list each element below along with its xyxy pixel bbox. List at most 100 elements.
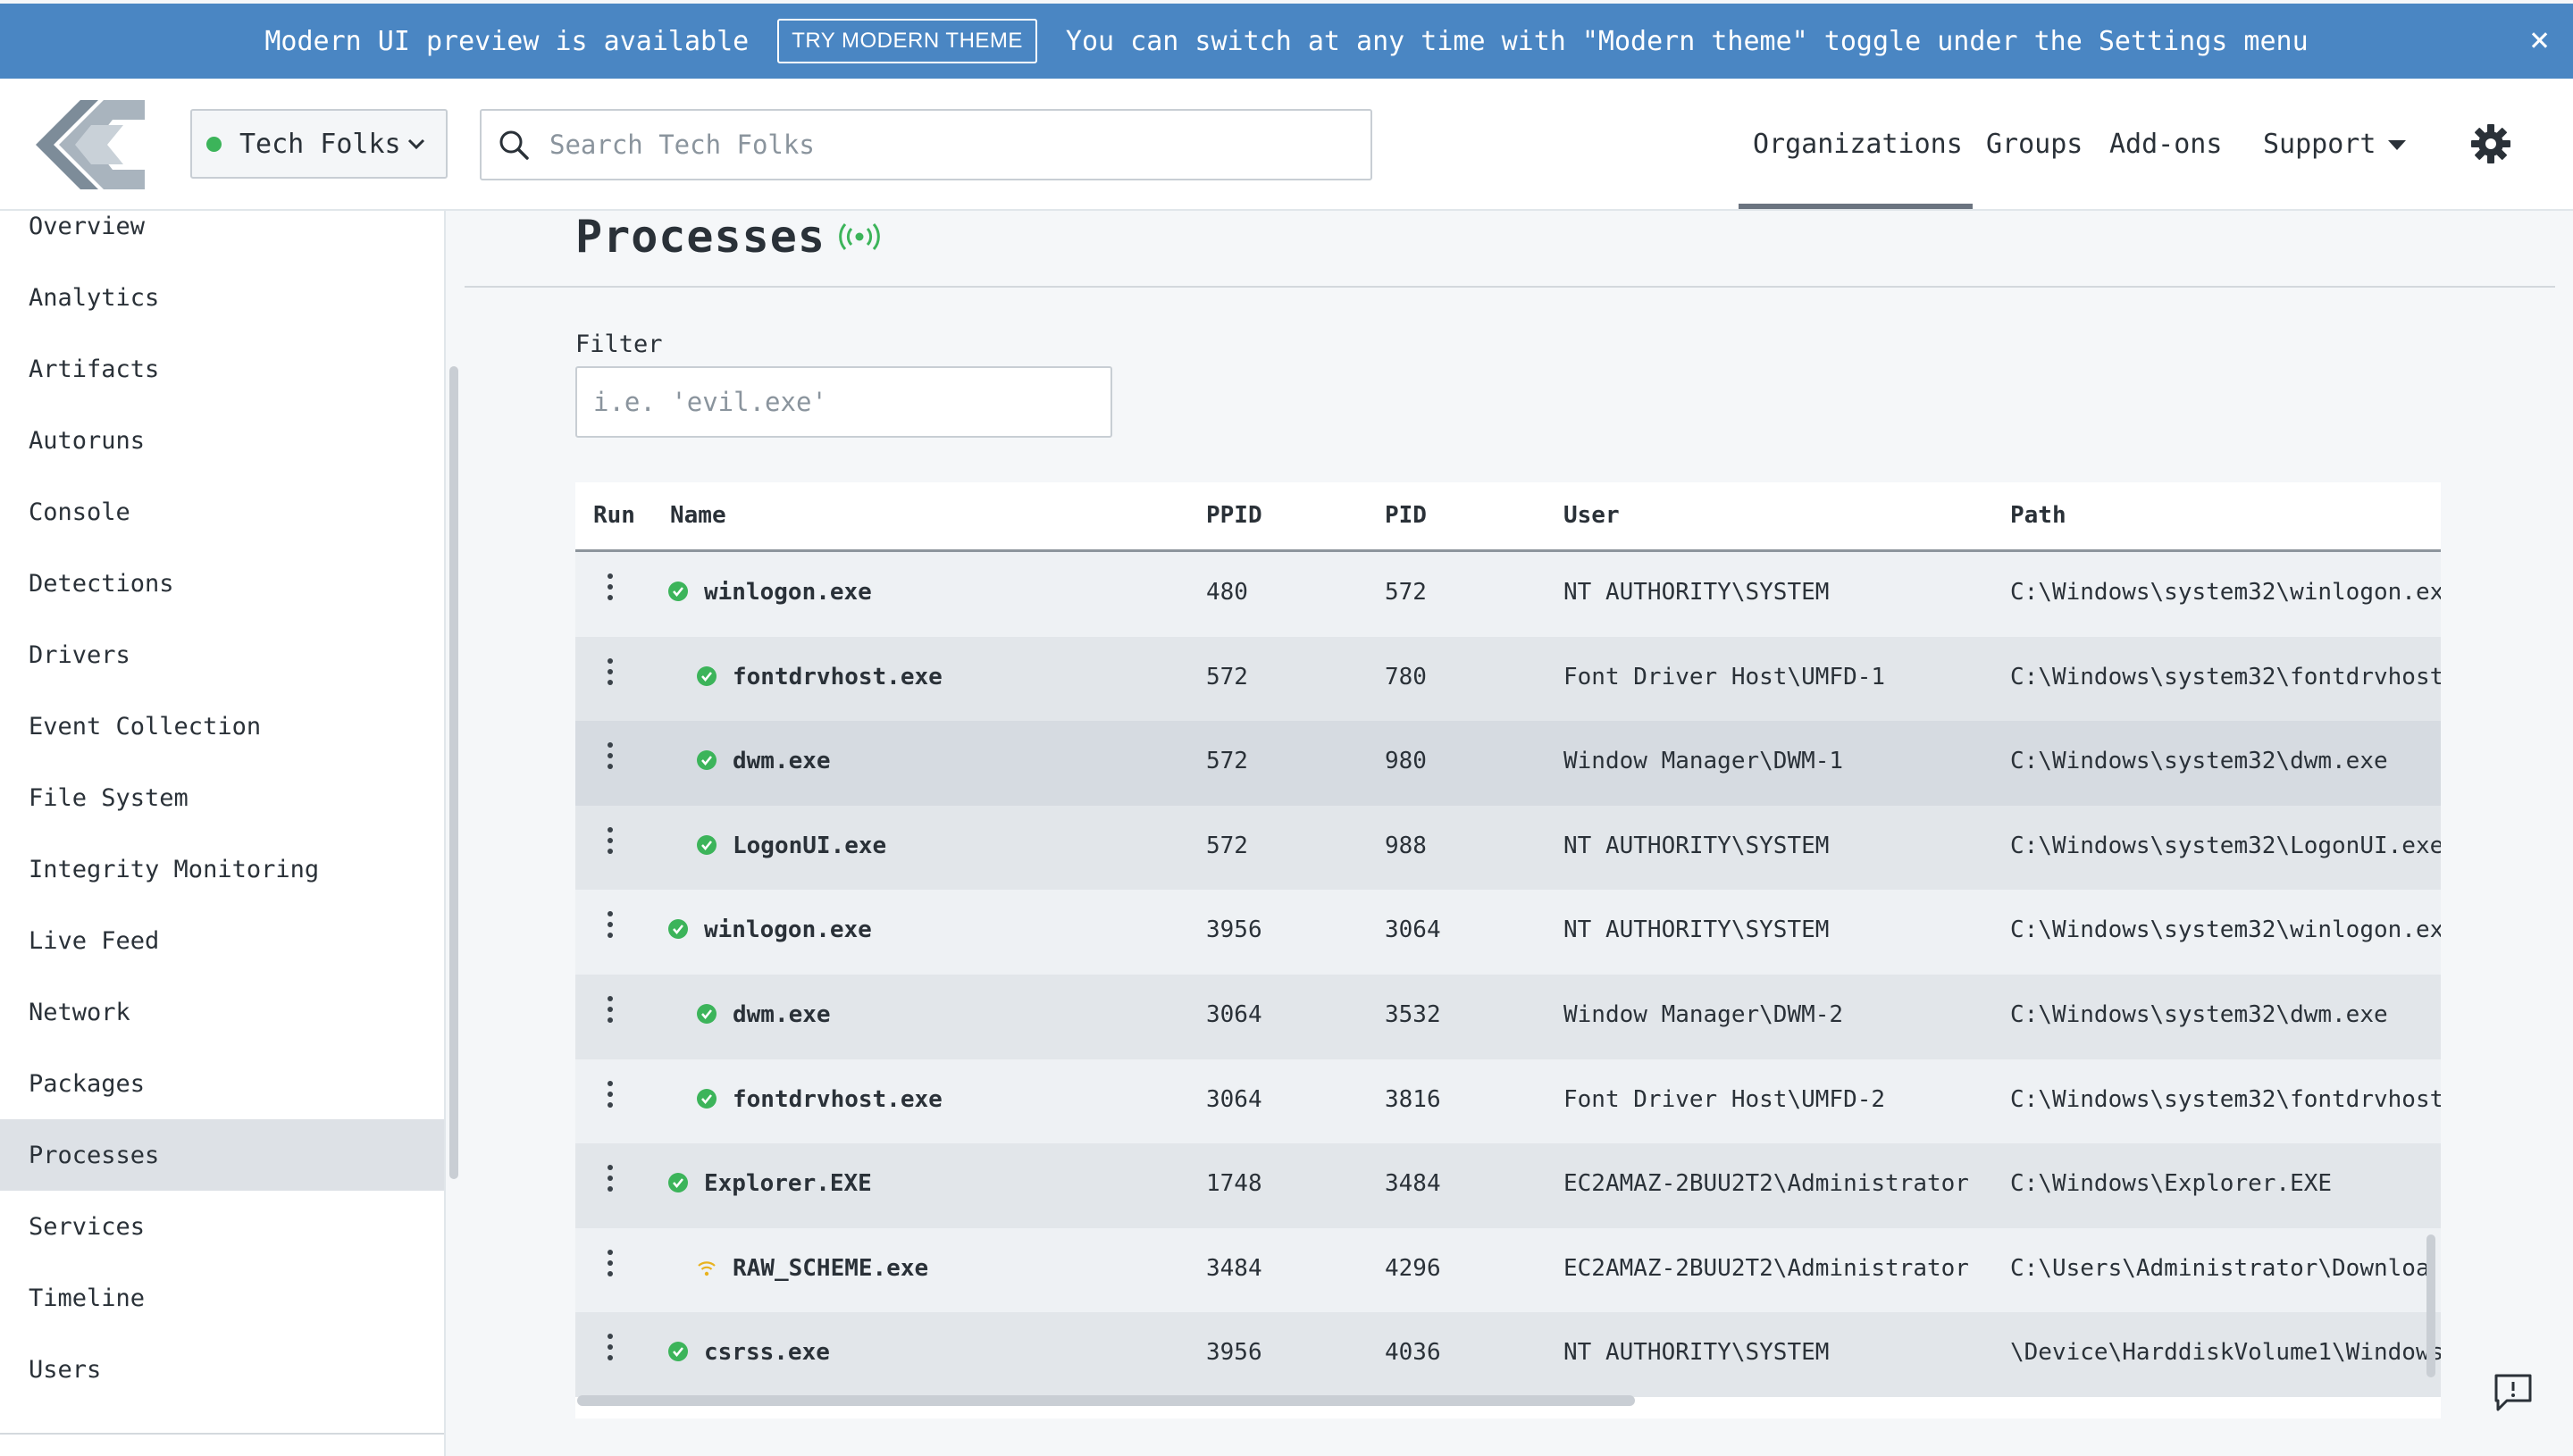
wifi-signal-icon bbox=[698, 1261, 716, 1276]
process-path: C:\Windows\system32\winlogon.ex bbox=[2010, 579, 2441, 606]
process-name[interactable]: dwm.exe bbox=[733, 748, 831, 774]
status-ok-icon bbox=[668, 1173, 688, 1193]
banner-message-right: You can switch at any time with "Modern … bbox=[1065, 25, 2309, 57]
process-name[interactable]: Explorer.EXE bbox=[704, 1170, 872, 1197]
table-row[interactable]: dwm.exe 3064 3532 Window Manager\DWM-2 C… bbox=[575, 975, 2441, 1059]
sidebar-item-processes[interactable]: Processes bbox=[0, 1119, 444, 1191]
table-row[interactable]: dwm.exe 572 980 Window Manager\DWM-1 C:\… bbox=[575, 721, 2441, 806]
try-modern-theme-button[interactable]: TRY MODERN THEME bbox=[777, 19, 1037, 63]
filter-input[interactable] bbox=[575, 366, 1112, 438]
sidebar-item-autoruns[interactable]: Autoruns bbox=[0, 405, 444, 476]
process-ppid: 572 bbox=[1206, 663, 1248, 690]
process-ppid: 572 bbox=[1206, 748, 1248, 775]
process-name[interactable]: dwm.exe bbox=[733, 1001, 831, 1028]
process-user: Window Manager\DWM-1 bbox=[1563, 748, 1844, 775]
sidebar-item-drivers[interactable]: Drivers bbox=[0, 619, 444, 690]
sidebar-item-integrity-monitoring[interactable]: Integrity Monitoring bbox=[0, 833, 444, 905]
process-name[interactable]: RAW_SCHEME.exe bbox=[733, 1255, 928, 1282]
column-header-name[interactable]: Name bbox=[670, 502, 726, 529]
sidebar-item-services[interactable]: Services bbox=[0, 1191, 444, 1262]
status-ok-icon bbox=[697, 834, 717, 855]
status-ok-icon bbox=[668, 582, 688, 601]
kebab-menu-icon[interactable] bbox=[608, 657, 615, 687]
main-content: Processes Filter Run Name PPID PID User … bbox=[465, 211, 2555, 1456]
kebab-menu-icon[interactable] bbox=[608, 742, 615, 771]
kebab-menu-icon[interactable] bbox=[608, 996, 615, 1025]
process-path: C:\Windows\system32\LogonUI.exe bbox=[2010, 832, 2441, 859]
table-row[interactable]: fontdrvhost.exe 572 780 Font Driver Host… bbox=[575, 636, 2441, 722]
process-pid: 4036 bbox=[1385, 1339, 1441, 1367]
process-name[interactable]: fontdrvhost.exe bbox=[733, 664, 943, 690]
process-ppid: 3956 bbox=[1206, 916, 1262, 944]
processes-table: Run Name PPID PID User Path winlogon.exe… bbox=[575, 482, 2441, 1418]
search-box bbox=[480, 109, 1372, 180]
table-row[interactable]: Explorer.EXE 1748 3484 EC2AMAZ-2BUU2T2\A… bbox=[575, 1143, 2441, 1228]
process-ppid: 480 bbox=[1206, 579, 1248, 606]
nav-addons[interactable]: Add-ons bbox=[2109, 129, 2222, 160]
table-vertical-scrollbar[interactable] bbox=[2426, 1234, 2435, 1377]
column-header-user[interactable]: User bbox=[1563, 502, 1620, 529]
sidebar-item-file-system[interactable]: File System bbox=[0, 762, 444, 833]
process-name[interactable]: csrss.exe bbox=[704, 1339, 830, 1366]
organization-selector[interactable]: Tech Folks bbox=[190, 109, 448, 179]
table-horizontal-scrollbar[interactable] bbox=[577, 1395, 1635, 1406]
sidebar-item-detections[interactable]: Detections bbox=[0, 548, 444, 619]
kebab-menu-icon[interactable] bbox=[608, 1249, 615, 1278]
logo-icon[interactable] bbox=[36, 98, 145, 191]
process-name[interactable]: LogonUI.exe bbox=[733, 833, 886, 859]
sidebar-item-event-collection[interactable]: Event Collection bbox=[0, 690, 444, 762]
process-path: C:\Windows\system32\winlogon.ex bbox=[2010, 916, 2441, 944]
table-row[interactable]: RAW_SCHEME.exe 3484 4296 EC2AMAZ-2BUU2T2… bbox=[575, 1227, 2441, 1313]
sidebar-scrollbar[interactable] bbox=[449, 366, 458, 1179]
process-path: C:\Windows\Explorer.EXE bbox=[2010, 1170, 2333, 1198]
column-header-path[interactable]: Path bbox=[2010, 502, 2066, 529]
sidebar: Overview Analytics Artifacts Autoruns Co… bbox=[0, 211, 446, 1456]
sidebar-item-network[interactable]: Network bbox=[0, 976, 444, 1048]
process-pid: 980 bbox=[1385, 748, 1427, 775]
nav-support[interactable]: Support bbox=[2263, 129, 2407, 160]
gear-icon[interactable] bbox=[2470, 123, 2511, 164]
sidebar-item-users[interactable]: Users bbox=[0, 1334, 444, 1405]
table-row[interactable]: csrss.exe 3956 4036 NT AUTHORITY\SYSTEM … bbox=[575, 1312, 2441, 1397]
filter-label: Filter bbox=[575, 331, 663, 358]
column-header-pid[interactable]: PID bbox=[1385, 502, 1427, 529]
table-row[interactable]: winlogon.exe 3956 3064 NT AUTHORITY\SYST… bbox=[575, 890, 2441, 975]
process-user: Window Manager\DWM-2 bbox=[1563, 1001, 1844, 1028]
process-user: Font Driver Host\UMFD-2 bbox=[1563, 1085, 1886, 1113]
process-path: C:\Windows\system32\fontdrvhost bbox=[2010, 1085, 2441, 1113]
close-icon[interactable]: × bbox=[2529, 21, 2550, 57]
kebab-menu-icon[interactable] bbox=[608, 1080, 615, 1109]
sidebar-item-analytics[interactable]: Analytics bbox=[0, 262, 444, 333]
process-name[interactable]: fontdrvhost.exe bbox=[733, 1086, 943, 1113]
app-page: Modern UI preview is available TRY MODER… bbox=[0, 0, 2573, 1456]
sidebar-item-console[interactable]: Console bbox=[0, 476, 444, 548]
table-row[interactable]: winlogon.exe 480 572 NT AUTHORITY\SYSTEM… bbox=[575, 552, 2441, 637]
table-row[interactable]: fontdrvhost.exe 3064 3816 Font Driver Ho… bbox=[575, 1059, 2441, 1144]
sidebar-item-timeline[interactable]: Timeline bbox=[0, 1262, 444, 1334]
kebab-menu-icon[interactable] bbox=[608, 826, 615, 856]
sidebar-item-overview[interactable]: Overview bbox=[0, 211, 444, 262]
kebab-menu-icon[interactable] bbox=[608, 573, 615, 602]
column-header-run[interactable]: Run bbox=[593, 502, 635, 529]
nav-groups[interactable]: Groups bbox=[1986, 129, 2083, 160]
table-row[interactable]: LogonUI.exe 572 988 NT AUTHORITY\SYSTEM … bbox=[575, 805, 2441, 891]
sidebar-item-live-feed[interactable]: Live Feed bbox=[0, 905, 444, 976]
process-ppid: 3484 bbox=[1206, 1254, 1262, 1282]
column-header-ppid[interactable]: PPID bbox=[1206, 502, 1262, 529]
process-name[interactable]: winlogon.exe bbox=[704, 916, 872, 943]
feedback-icon[interactable] bbox=[2493, 1372, 2534, 1413]
process-pid: 3064 bbox=[1385, 916, 1441, 944]
process-pid: 3532 bbox=[1385, 1001, 1441, 1028]
kebab-menu-icon[interactable] bbox=[608, 1334, 615, 1362]
process-pid: 780 bbox=[1385, 663, 1427, 690]
kebab-menu-icon[interactable] bbox=[608, 1165, 615, 1193]
nav-organizations[interactable]: Organizations bbox=[1753, 129, 1963, 160]
search-input[interactable] bbox=[548, 129, 1355, 161]
process-ppid: 3064 bbox=[1206, 1001, 1262, 1028]
process-name[interactable]: winlogon.exe bbox=[704, 579, 872, 606]
kebab-menu-icon[interactable] bbox=[608, 911, 615, 940]
status-ok-icon bbox=[697, 1004, 717, 1024]
page-title: Processes bbox=[575, 211, 826, 263]
sidebar-item-artifacts[interactable]: Artifacts bbox=[0, 333, 444, 405]
sidebar-item-packages[interactable]: Packages bbox=[0, 1048, 444, 1119]
